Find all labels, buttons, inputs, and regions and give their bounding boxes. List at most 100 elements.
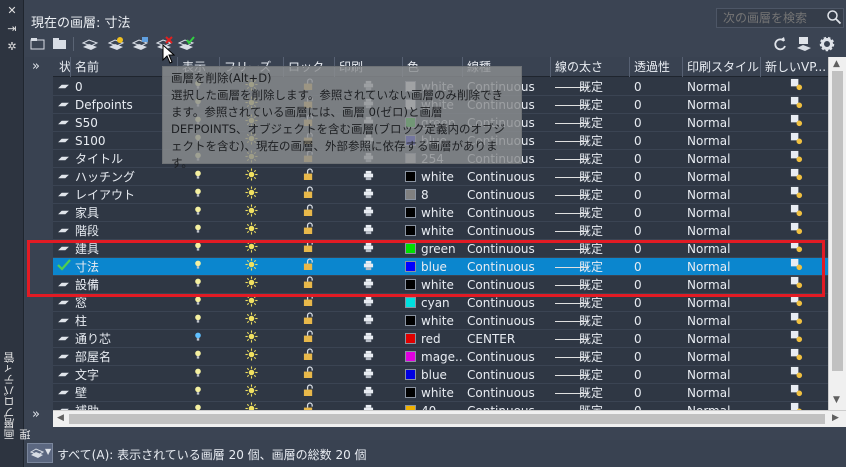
layer-name[interactable]: 部屋名 [75,348,175,366]
layer-lineweight[interactable]: 既定 [551,348,630,366]
layer-on-bulb-icon[interactable] [194,276,208,294]
layer-plot-style[interactable]: Normal [687,240,761,258]
new-group-filter-icon[interactable] [51,36,69,52]
layer-name[interactable]: 補助 [75,402,175,410]
layer-plot-style[interactable]: Normal [687,186,761,204]
col-new-vp-freeze[interactable]: 新しいVP... [761,57,828,77]
scroll-right-icon[interactable]: ▶ [832,413,839,423]
layer-lock-icon[interactable] [303,258,317,276]
layer-plot-style[interactable]: Normal [687,330,761,348]
layer-on-bulb-icon[interactable] [194,384,208,402]
layer-name[interactable]: 階段 [75,222,175,240]
layer-plot-style[interactable]: Normal [687,204,761,222]
layer-transparency[interactable]: 0 [634,240,683,258]
layer-transparency[interactable]: 0 [634,312,683,330]
layer-color[interactable]: blue [405,366,463,384]
layer-linetype[interactable]: Continuous [467,186,551,204]
layer-name[interactable]: S100 [75,132,175,150]
layer-plot-printer-icon[interactable] [363,312,377,330]
layer-transparency[interactable]: 0 [634,330,683,348]
layer-lineweight[interactable]: 既定 [551,276,630,294]
layer-freeze-sun-icon[interactable] [245,186,261,204]
layer-linetype[interactable]: Continuous [467,204,551,222]
layer-name[interactable]: タイトル [75,150,175,168]
layer-name[interactable]: 壁 [75,384,175,402]
new-vp-freeze-icon[interactable] [790,348,806,366]
layer-plot-style[interactable]: Normal [687,348,761,366]
layer-lineweight[interactable]: 既定 [551,294,630,312]
new-vp-freeze-icon[interactable] [790,240,806,258]
new-vp-freeze-icon[interactable] [790,366,806,384]
search-input[interactable] [716,8,844,28]
layer-color[interactable]: white [405,312,463,330]
layer-transparency[interactable]: 0 [634,348,683,366]
layer-lineweight[interactable]: 既定 [551,240,630,258]
filter-tree-collapsed[interactable]: » » [25,57,53,422]
layer-transparency[interactable]: 0 [634,168,683,186]
layer-name[interactable]: 0 [75,78,175,96]
new-vp-freeze-icon[interactable] [790,204,806,222]
layer-color[interactable]: 8 [405,186,463,204]
new-vp-freeze-icon[interactable] [790,384,806,402]
layer-name[interactable]: Defpoints [75,96,175,114]
layer-lineweight[interactable]: 既定 [551,330,630,348]
layer-lock-icon[interactable] [303,240,317,258]
layer-row[interactable]: 窓 cyan Continuous 既定 0 Normal [53,294,828,312]
layer-color[interactable]: mage... [405,348,463,366]
layer-plot-printer-icon[interactable] [363,366,377,384]
new-vp-freeze-icon[interactable] [790,132,806,150]
layer-on-bulb-icon[interactable] [194,312,208,330]
layer-lock-icon[interactable] [303,312,317,330]
expand-filter-icon[interactable]: » [32,59,40,74]
col-transparency[interactable]: 透過性 [630,57,683,77]
layer-color[interactable]: white [405,204,463,222]
layer-transparency[interactable]: 0 [634,114,683,132]
layer-lock-icon[interactable] [303,366,317,384]
layer-transparency[interactable]: 0 [634,384,683,402]
layer-transparency[interactable]: 0 [634,366,683,384]
new-vp-freeze-icon[interactable] [790,402,806,410]
new-vp-freeze-icon[interactable] [790,312,806,330]
layer-row[interactable]: 建具 green Continuous 既定 0 Normal [53,240,828,258]
layer-freeze-sun-icon[interactable] [245,402,261,410]
layer-freeze-sun-icon[interactable] [245,366,261,384]
layer-plot-printer-icon[interactable] [363,330,377,348]
layer-name[interactable]: ハッチング [75,168,175,186]
layer-lineweight[interactable]: 既定 [551,96,630,114]
layer-row[interactable]: 壁 white Continuous 既定 0 Normal [53,384,828,402]
new-vp-freeze-icon[interactable] [790,222,806,240]
layer-name[interactable]: 窓 [75,294,175,312]
layer-color[interactable]: green [405,240,463,258]
vertical-scroll-thumb[interactable] [832,71,843,371]
layer-freeze-sun-icon[interactable] [245,330,261,348]
layer-on-bulb-icon[interactable] [194,186,208,204]
layer-linetype[interactable]: CENTER [467,330,551,348]
layer-lineweight[interactable]: 既定 [551,186,630,204]
vertical-scrollbar[interactable]: ▲ ▼ [828,57,846,410]
new-vp-freeze-icon[interactable] [790,258,806,276]
layer-plot-printer-icon[interactable] [363,258,377,276]
layer-freeze-sun-icon[interactable] [245,312,261,330]
layer-on-bulb-icon[interactable] [194,258,208,276]
layer-lineweight[interactable]: 既定 [551,312,630,330]
layer-linetype[interactable]: Continuous [467,366,551,384]
layer-linetype[interactable]: Continuous [467,294,551,312]
layer-lineweight[interactable]: 既定 [551,150,630,168]
layer-linetype[interactable]: Continuous [467,258,551,276]
layer-plot-style[interactable]: Normal [687,114,761,132]
layer-on-bulb-icon[interactable] [194,204,208,222]
layer-plot-printer-icon[interactable] [363,186,377,204]
layer-freeze-sun-icon[interactable] [245,240,261,258]
layer-color[interactable]: white [405,384,463,402]
layer-name[interactable]: 通り芯 [75,330,175,348]
new-vp-freeze-icon[interactable] [790,186,806,204]
layer-plot-style[interactable]: Normal [687,294,761,312]
new-vp-freeze-icon[interactable] [790,114,806,132]
new-vp-freeze-icon[interactable] [790,294,806,312]
new-vp-freeze-icon[interactable] [790,330,806,348]
layer-transparency[interactable]: 0 [634,276,683,294]
layer-lock-icon[interactable] [303,204,317,222]
layer-on-bulb-icon[interactable] [194,348,208,366]
col-plot-style[interactable]: 印刷スタイル [683,57,761,77]
layer-freeze-sun-icon[interactable] [245,222,261,240]
